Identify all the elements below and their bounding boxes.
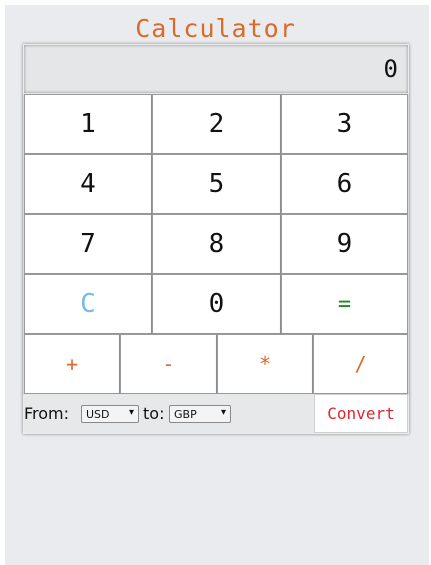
to-currency-select[interactable]: GBP ▾ <box>169 405 231 423</box>
triangle-down-icon: ▾ <box>220 407 226 418</box>
page-title: Calculator <box>135 14 296 43</box>
key-6[interactable]: 6 <box>281 154 408 214</box>
calculator-panel: 0 1 2 3 4 5 6 7 8 9 C 0 = + - * / From: … <box>23 44 409 434</box>
key-3[interactable]: 3 <box>281 94 408 154</box>
key-8[interactable]: 8 <box>152 214 281 274</box>
from-currency-value: USD <box>86 407 110 421</box>
divide-button[interactable]: / <box>313 334 408 394</box>
multiply-button[interactable]: * <box>217 334 313 394</box>
convert-button[interactable]: Convert <box>314 394 408 433</box>
from-label: From: <box>24 404 70 423</box>
key-2[interactable]: 2 <box>152 94 281 154</box>
currency-converter: From: USD ▾ to: GBP ▾ Convert <box>24 394 408 433</box>
triangle-down-icon: ▾ <box>128 407 134 418</box>
minus-button[interactable]: - <box>120 334 217 394</box>
to-label: to: <box>143 404 165 423</box>
key-9[interactable]: 9 <box>281 214 408 274</box>
equals-button[interactable]: = <box>281 274 408 334</box>
to-currency-value: GBP <box>174 407 197 421</box>
from-currency-select[interactable]: USD ▾ <box>81 405 139 423</box>
calculator-display: 0 <box>24 45 408 93</box>
key-4[interactable]: 4 <box>24 154 152 214</box>
key-5[interactable]: 5 <box>152 154 281 214</box>
display-value: 0 <box>383 55 398 83</box>
key-0[interactable]: 0 <box>152 274 281 334</box>
key-7[interactable]: 7 <box>24 214 152 274</box>
plus-button[interactable]: + <box>24 334 120 394</box>
key-1[interactable]: 1 <box>24 94 152 154</box>
clear-button[interactable]: C <box>24 274 152 334</box>
